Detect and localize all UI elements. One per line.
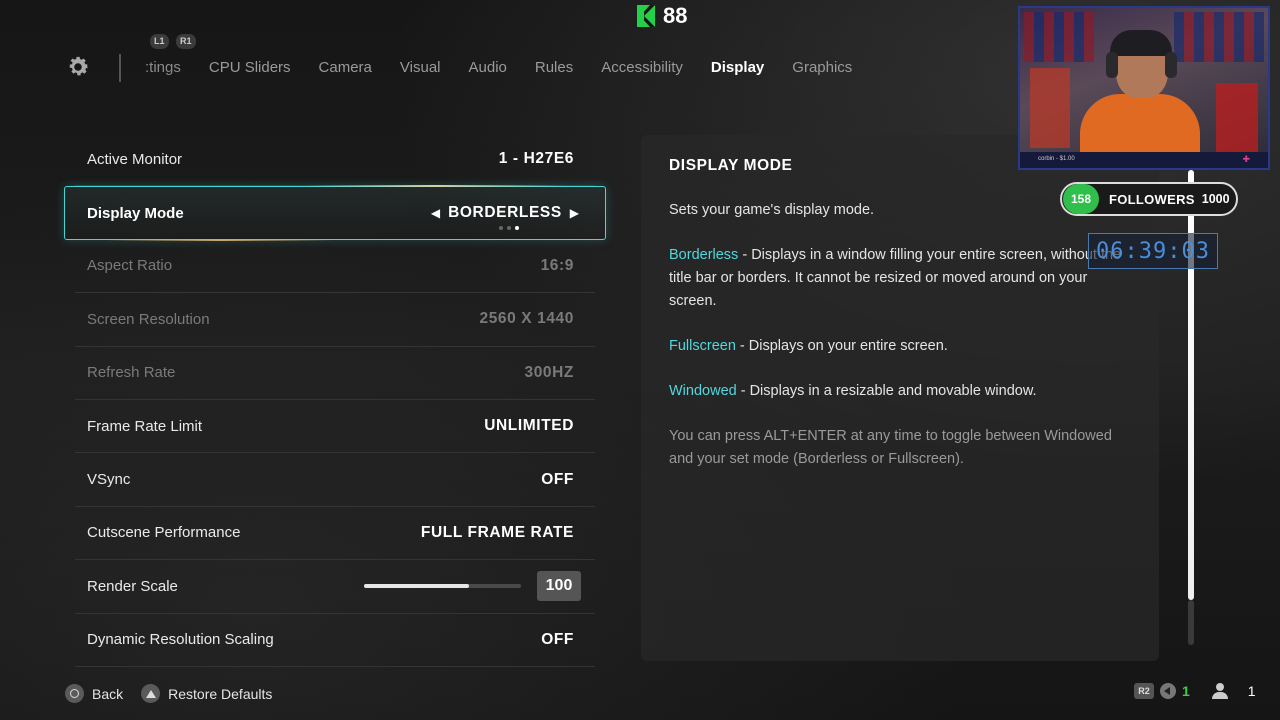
setting-value: OFF [541,470,574,488]
term-fullscreen: Fullscreen [669,338,736,354]
setting-label: VSync [87,471,131,489]
setting-label: Refresh Rate [87,364,176,382]
speaker-icon [1160,683,1176,699]
footer-hints: Back Restore Defaults [65,684,272,703]
stream-timer: 06:39:03 [1088,233,1218,269]
setting-frame-rate-limit[interactable]: Frame Rate Limit UNLIMITED [75,400,595,454]
headset-icon [1165,52,1177,78]
option-dot [506,226,511,231]
tab-audio[interactable]: Audio [469,59,507,76]
setting-label: Active Monitor [87,150,183,168]
setting-value: FULL FRAME RATE [420,523,574,541]
tab-graphics[interactable]: Graphics [792,59,852,76]
tab-settings-partial[interactable]: :tings [145,59,181,76]
gear-icon[interactable] [65,54,91,80]
tab-display[interactable]: Display [711,59,764,76]
overlay-progress-rail [1188,600,1194,645]
headset-icon [1106,52,1118,78]
description-windowed: Windowed - Displays in a resizable and m… [669,380,1131,403]
description-fullscreen: Fullscreen - Displays on your entire scr… [669,335,1131,358]
setting-label: Aspect Ratio [87,257,173,275]
restore-defaults-hint[interactable]: Restore Defaults [141,684,272,703]
slider-track[interactable] [364,584,521,589]
webcam-overlay: corbin - $1.00 ✚ [1018,6,1270,170]
setting-label: Display Mode [87,204,184,222]
description-note: You can press ALT+ENTER at any time to t… [669,428,1112,467]
setting-value: 300HZ [524,363,574,381]
setting-screen-resolution: Screen Resolution 2560 X 1440 [75,293,595,347]
cam-info-bar: corbin - $1.00 [1020,152,1268,168]
followers-count: 158 [1063,184,1099,214]
tab-accessibility[interactable]: Accessibility [601,59,683,76]
option-dot-active [514,226,519,231]
arrow-right-icon[interactable]: ▶ [570,206,579,220]
cam-background [1024,12,1094,62]
slider-value: 100 [537,571,581,602]
streamer-figure [1110,30,1172,56]
setting-label: Screen Resolution [87,310,210,328]
setting-dynamic-resolution[interactable]: Dynamic Resolution Scaling OFF [75,614,595,667]
r2-button-icon: R2 [1134,683,1154,699]
setting-vsync[interactable]: VSync OFF [75,453,595,507]
display-settings-list: Active Monitor 1 - H27E6 Display Mode ◀ … [64,133,606,667]
setting-value: BORDERLESS [448,204,562,222]
tab-bar: :tings CPU Sliders Camera Visual Audio R… [145,59,880,76]
setting-refresh-rate: Refresh Rate 300HZ [75,347,595,400]
party-icon [1208,683,1230,699]
option-dot [498,226,503,231]
selection-glow [305,185,565,188]
online-count: 1 [1182,683,1190,699]
coin-icon [637,5,655,27]
coin-count: 88 [663,3,688,28]
option-indicator-dots [498,226,519,231]
setting-label: Render Scale [87,577,178,595]
setting-value: OFF [541,630,574,648]
cam-background [1030,68,1070,148]
triangle-button-icon [141,684,161,703]
setting-cutscene-performance[interactable]: Cutscene Performance FULL FRAME RATE [75,507,595,561]
tab-camera[interactable]: Camera [319,59,372,76]
cam-bar-text: corbin - $1.00 [1038,156,1075,162]
l1-button-hint: L1 [150,34,169,49]
party-count: 1 [1247,683,1256,699]
followers-goal-widget: 158 FOLLOWERS 1000 [1060,182,1238,216]
tab-rules[interactable]: Rules [535,59,573,76]
render-scale-slider[interactable]: 100 [364,571,581,602]
term-windowed: Windowed [669,383,737,399]
display-mode-picker[interactable]: ◀ BORDERLESS ▶ [431,204,579,231]
cam-background [1216,83,1258,153]
setting-value: 1 - H27E6 [498,150,574,168]
slider-fill [364,584,470,589]
r1-button-hint: R1 [176,34,196,49]
setting-value: 2560 X 1440 [479,310,574,328]
setting-value: 16:9 [540,256,574,274]
coin-balance: 88 [637,3,687,29]
cam-background [1174,12,1264,62]
setting-value: UNLIMITED [484,417,574,435]
circle-button-icon [65,684,84,703]
description-borderless: Borderless - Displays in a window fillin… [669,244,1131,313]
tab-visual[interactable]: Visual [400,59,441,76]
setting-label: Dynamic Resolution Scaling [87,631,274,649]
back-hint[interactable]: Back [65,684,123,703]
restore-defaults-label: Restore Defaults [168,685,273,702]
term-windowed-text: - Displays in a resizable and movable wi… [736,383,1037,399]
term-fullscreen-text: - Displays on your entire screen. [735,338,948,354]
setting-aspect-ratio: Aspect Ratio 16:9 [75,240,595,294]
followers-label: FOLLOWERS [1109,191,1195,207]
setting-label: Frame Rate Limit [87,417,203,435]
setting-display-mode[interactable]: Display Mode ◀ BORDERLESS ▶ [64,185,606,241]
tab-cpu-sliders[interactable]: CPU Sliders [209,59,291,76]
followers-goal: 1000 [1201,192,1230,206]
arrow-left-icon[interactable]: ◀ [431,206,440,220]
plus-icon: ✚ [1242,154,1250,164]
tab-separator [119,54,121,82]
term-borderless: Borderless [669,247,739,263]
setting-render-scale[interactable]: Render Scale 100 [75,560,595,614]
setting-active-monitor[interactable]: Active Monitor 1 - H27E6 [75,133,595,187]
status-indicators: R2 1 1 [1134,683,1256,699]
setting-label: Cutscene Performance [87,524,241,542]
back-label: Back [92,685,124,702]
